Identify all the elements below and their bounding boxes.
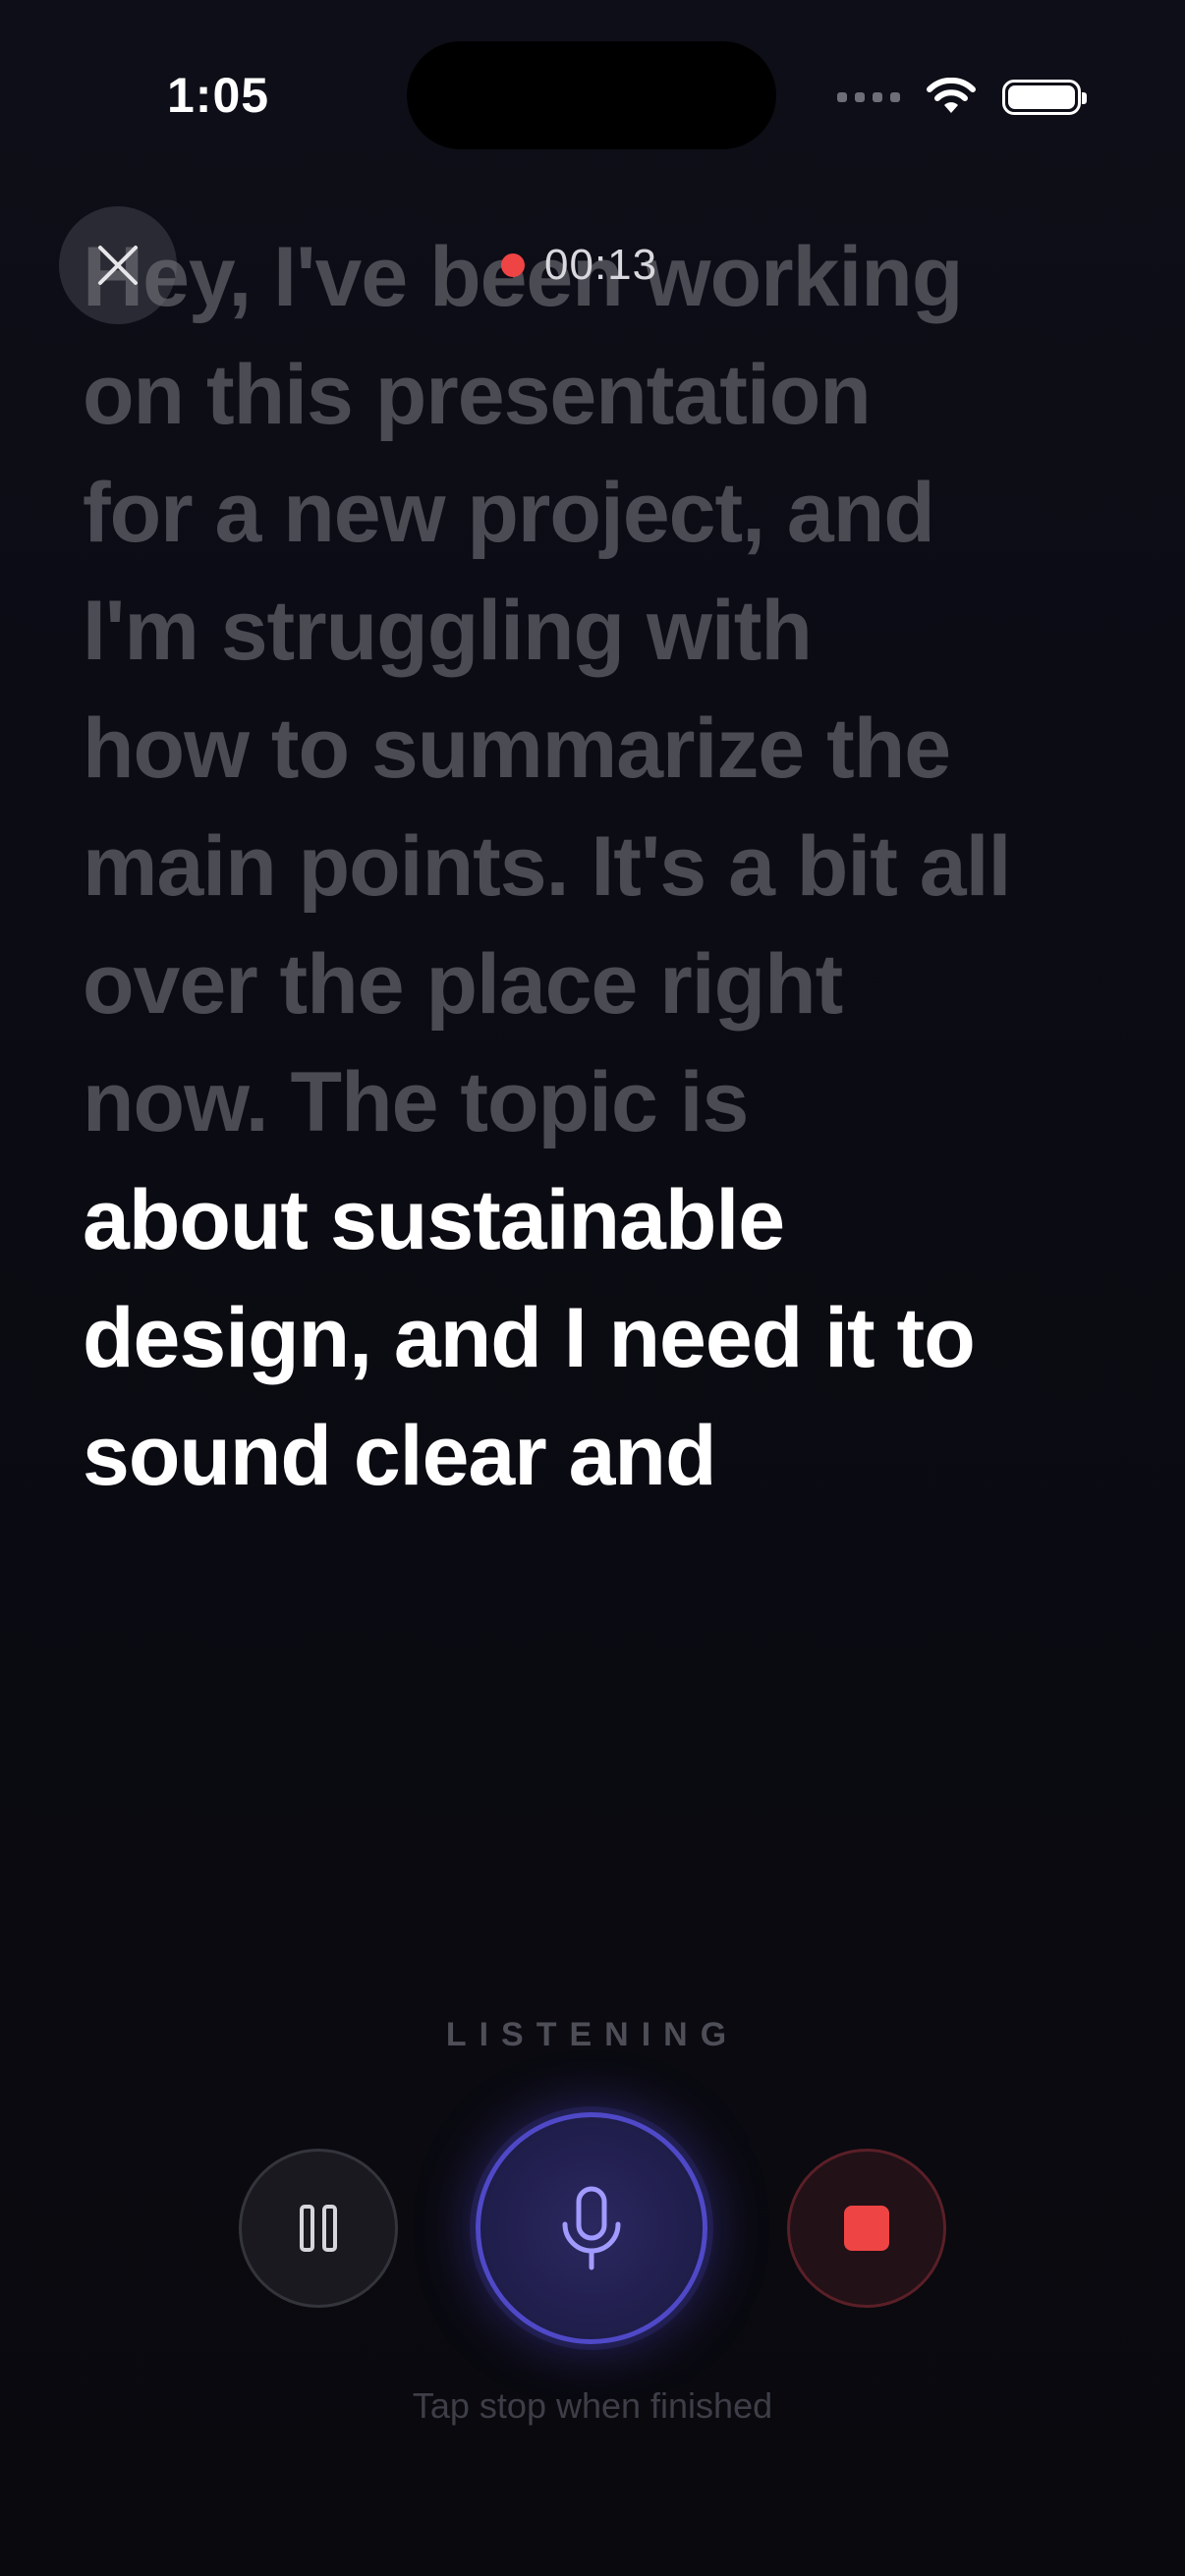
close-icon [98, 246, 138, 285]
microphone-icon [562, 2186, 621, 2270]
listening-status-label: LISTENING [445, 2016, 740, 2053]
stop-hint-text: Tap stop when finished [412, 2385, 773, 2426]
transcript-line-past: now. The topic is [83, 1055, 749, 1149]
stop-button[interactable] [787, 2149, 946, 2308]
transcript-line-past: over the place right [83, 937, 843, 1032]
transcript-line-past: for a new project, and [83, 466, 935, 560]
wifi-icon [927, 78, 976, 113]
pause-icon [300, 2205, 337, 2252]
status-bar-time: 1:05 [167, 68, 270, 123]
stop-icon [844, 2206, 889, 2251]
microphone-button[interactable] [476, 2112, 707, 2344]
status-bar-indicators [837, 73, 1087, 122]
recording-timer-text: 00:13 [544, 241, 658, 289]
battery-icon [1002, 80, 1087, 115]
transcript-line-current: about sustainable [83, 1173, 785, 1267]
transcript-line-current: sound clear and [83, 1409, 717, 1503]
transcript-line-current: design, and I need it to [83, 1291, 976, 1385]
close-button[interactable] [59, 206, 177, 324]
pause-button[interactable] [239, 2149, 398, 2308]
dynamic-island [407, 41, 776, 149]
recording-controls [0, 2112, 1185, 2344]
live-transcript: Hey, I've been working on this presentat… [83, 218, 1026, 1515]
transcript-line-past: how to summarize the [83, 701, 951, 796]
cellular-signal-icon [837, 92, 900, 102]
recording-screen: 1:05 Hey, I've been working on this pres… [0, 0, 1185, 2576]
transcript-line-past: main points. It's a bit all [83, 819, 1011, 914]
transcript-line-past: on this presentation [83, 348, 872, 442]
recording-indicator-icon [501, 253, 525, 277]
transcript-line-past: I'm struggling with [83, 584, 813, 678]
recording-timer: 00:13 [501, 236, 657, 295]
